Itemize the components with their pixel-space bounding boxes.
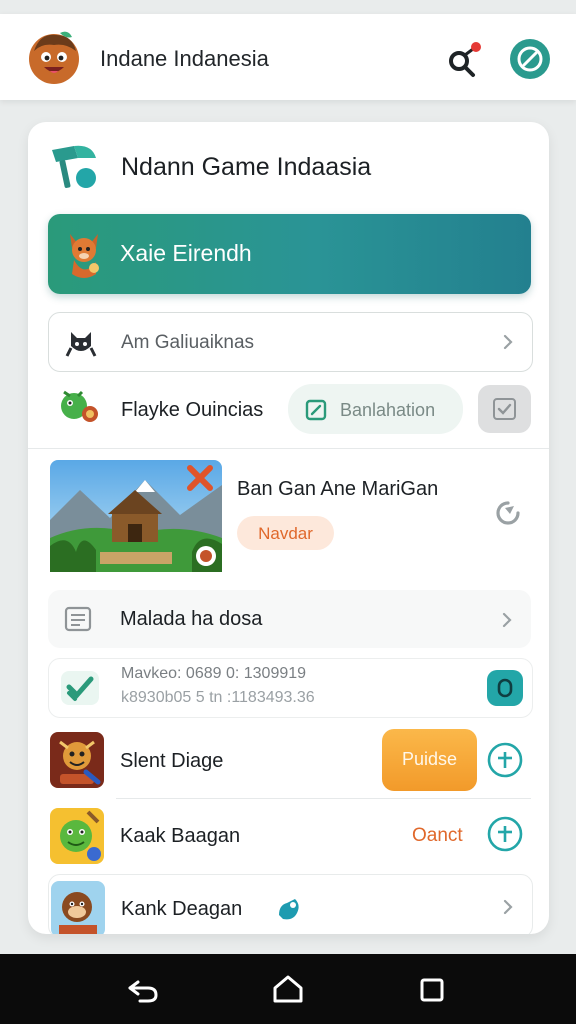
compass-icon[interactable] [509, 38, 551, 80]
add-icon[interactable] [487, 816, 523, 852]
info-row: Mavkeo: 0689 0: 1309919 k8930b05 5 tn :1… [48, 658, 533, 718]
recents-icon[interactable] [419, 977, 445, 1003]
item-label-3: Kank Deagan [121, 898, 243, 920]
tag-icon [279, 899, 299, 920]
home-icon[interactable] [272, 974, 304, 1004]
system-nav-bar [0, 954, 576, 1024]
avatar-icon[interactable] [26, 29, 82, 85]
player-row-label: Flayke Ouincias [121, 399, 264, 421]
info-action-button[interactable] [487, 670, 523, 706]
cat-icon [65, 332, 97, 357]
app-title: Indane Indanesia [100, 46, 269, 71]
balance-pill[interactable]: Banlahation [288, 384, 463, 434]
check-icon [493, 398, 516, 420]
chevron-right-icon [503, 899, 513, 915]
list-item[interactable]: Kank Deagan [48, 874, 533, 934]
item-label-1: Slent Diage [120, 750, 224, 772]
game-thumbnail[interactable] [50, 460, 222, 572]
checkbox[interactable] [478, 385, 531, 433]
chevron-right-icon [502, 612, 512, 628]
info-line-1: Mavkeo: 0689 0: 1309919 [121, 665, 307, 682]
game-icon-slent-diage[interactable] [50, 732, 104, 788]
zero-icon [497, 678, 513, 698]
game-icon-kank-deagan [51, 881, 105, 934]
refresh-icon[interactable] [492, 498, 524, 528]
category-row-label: Am Galiuaiknas [121, 332, 255, 353]
category-row[interactable]: Am Galiuaiknas [48, 312, 533, 372]
back-icon[interactable] [126, 976, 160, 1004]
app-header: Indane Indanesia [0, 14, 576, 100]
hero-button[interactable]: Xaie Eirendh [48, 214, 531, 294]
hammer-icon [52, 145, 96, 188]
divider [28, 448, 549, 449]
chevron-right-icon [503, 334, 513, 350]
game-icon-kaak-baagan[interactable] [50, 808, 104, 864]
list-icon [64, 606, 92, 632]
card-title: Ndann Game Indaasia [121, 153, 372, 181]
balance-pill-label: Banlahation [340, 400, 436, 420]
main-card: Ndann Game Indaasia Xaie Eirendh Am Gali… [28, 122, 549, 934]
feature-badge: Navdar [237, 516, 334, 550]
player-character-icon [61, 390, 98, 422]
search-icon[interactable] [442, 40, 484, 82]
info-line-2: k8930b05 5 tn :1183493.36 [121, 689, 315, 706]
menu-row[interactable]: Malada ha dosa [48, 590, 531, 648]
add-icon[interactable] [487, 742, 523, 778]
menu-row-label: Malada ha dosa [120, 608, 263, 630]
feature-title: Ban Gan Ane MariGan [237, 478, 439, 500]
feature-badge-label: Navdar [258, 524, 313, 543]
item-label-2: Kaak Baagan [120, 825, 241, 847]
divider [116, 798, 531, 799]
edit-icon [305, 399, 327, 421]
item-action-label-2[interactable]: Oanct [412, 825, 463, 847]
verified-icon [61, 671, 99, 705]
fox-character-icon [70, 234, 99, 278]
item-action-button-1[interactable]: Puidse [382, 729, 477, 791]
hero-label: Xaie Eirendh [120, 240, 252, 266]
item-action-label-1: Puidse [401, 749, 458, 769]
